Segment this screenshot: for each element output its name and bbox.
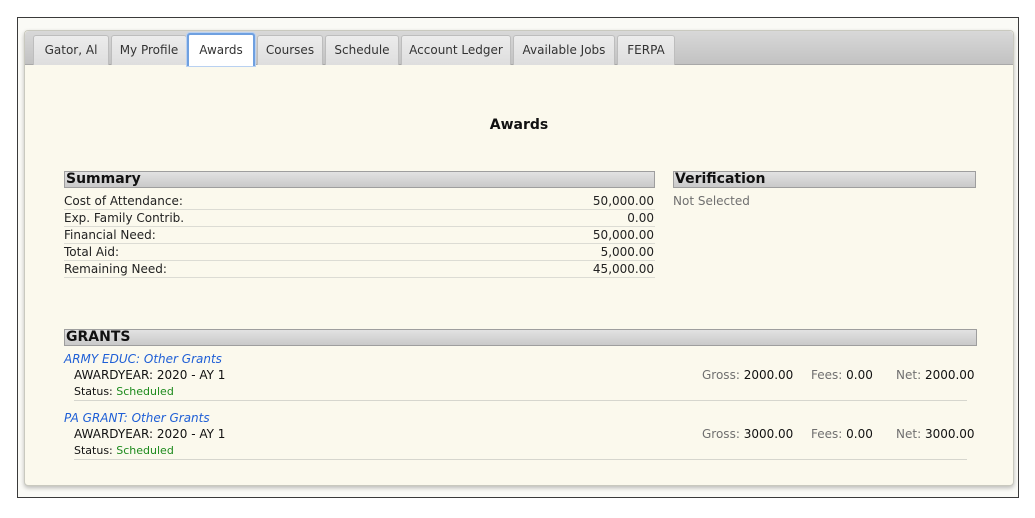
grant-fees: Fees: 0.00 bbox=[811, 368, 873, 382]
grant-gross-value: 3000.00 bbox=[743, 427, 794, 441]
summary-row-label: Remaining Need: bbox=[64, 262, 167, 276]
grant-title-link[interactable]: PA GRANT: Other Grants bbox=[64, 411, 210, 425]
grant-status: Status: Scheduled bbox=[74, 444, 174, 457]
verification-status: Not Selected bbox=[673, 194, 750, 208]
summary-row-label: Financial Need: bbox=[64, 228, 156, 242]
grant-gross-value: 2000.00 bbox=[743, 368, 794, 382]
summary-row-value: 50,000.00 bbox=[592, 228, 654, 242]
tab-ferpa[interactable]: FERPA bbox=[617, 35, 675, 65]
grant-net-value: 3000.00 bbox=[924, 427, 975, 441]
summary-row-value: 0.00 bbox=[627, 211, 654, 225]
tab-available-jobs[interactable]: Available Jobs bbox=[513, 35, 615, 65]
tab-my-profile[interactable]: My Profile bbox=[111, 35, 187, 65]
grant-status: Status: Scheduled bbox=[74, 385, 174, 398]
grant-gross-label: Gross: bbox=[702, 427, 740, 441]
summary-row-value: 50,000.00 bbox=[592, 194, 654, 208]
grant-gross: Gross: 2000.00 bbox=[702, 368, 793, 382]
tab-courses[interactable]: Courses bbox=[257, 35, 323, 65]
grant-status-value: Scheduled bbox=[116, 385, 174, 398]
grant-awardyear: AWARDYEAR: 2020 - AY 1 bbox=[74, 368, 226, 382]
grant-divider bbox=[74, 459, 967, 460]
grant-gross: Gross: 3000.00 bbox=[702, 427, 793, 441]
grant-net-label: Net: bbox=[896, 368, 922, 382]
grant-fees: Fees: 0.00 bbox=[811, 427, 873, 441]
summary-row-value: 45,000.00 bbox=[592, 262, 654, 276]
summary-row-label: Total Aid: bbox=[64, 245, 120, 259]
grant-divider bbox=[74, 400, 967, 401]
window-frame: Gator, Al My Profile Awards Courses Sche… bbox=[17, 17, 1019, 498]
grant-net: Net: 2000.00 bbox=[896, 368, 975, 382]
grant-status-label: Status: bbox=[74, 385, 113, 398]
summary-row: Total Aid: 5,000.00 bbox=[64, 244, 655, 261]
tab-bar: Gator, Al My Profile Awards Courses Sche… bbox=[25, 31, 1013, 66]
tab-awards[interactable]: Awards bbox=[187, 33, 255, 66]
grants-header: GRANTS bbox=[64, 329, 977, 346]
grant-fees-value: 0.00 bbox=[846, 427, 873, 441]
summary-row: Exp. Family Contrib. 0.00 bbox=[64, 210, 655, 227]
grant-fees-value: 0.00 bbox=[846, 368, 873, 382]
grant-gross-label: Gross: bbox=[702, 368, 740, 382]
summary-row: Remaining Need: 45,000.00 bbox=[64, 261, 655, 278]
verification-header: Verification bbox=[673, 171, 976, 188]
summary-header: Summary bbox=[64, 171, 655, 188]
tab-student-name[interactable]: Gator, Al bbox=[33, 35, 109, 65]
grant-fees-label: Fees: bbox=[811, 427, 843, 441]
awards-panel: Gator, Al My Profile Awards Courses Sche… bbox=[24, 30, 1014, 486]
page-title: Awards bbox=[489, 117, 549, 133]
grant-status-value: Scheduled bbox=[116, 444, 174, 457]
grant-status-label: Status: bbox=[74, 444, 113, 457]
grant-awardyear: AWARDYEAR: 2020 - AY 1 bbox=[74, 427, 226, 441]
summary-row-value: 5,000.00 bbox=[600, 245, 654, 259]
grant-title-link[interactable]: ARMY EDUC: Other Grants bbox=[64, 352, 222, 366]
tab-schedule[interactable]: Schedule bbox=[325, 35, 399, 65]
grant-net-label: Net: bbox=[896, 427, 922, 441]
grant-net: Net: 3000.00 bbox=[896, 427, 975, 441]
summary-row-label: Exp. Family Contrib. bbox=[64, 211, 185, 225]
grant-fees-label: Fees: bbox=[811, 368, 843, 382]
summary-row: Cost of Attendance: 50,000.00 bbox=[64, 193, 655, 210]
grant-net-value: 2000.00 bbox=[924, 368, 975, 382]
tab-account-ledger[interactable]: Account Ledger bbox=[401, 35, 511, 65]
summary-row-label: Cost of Attendance: bbox=[64, 194, 183, 208]
summary-row: Financial Need: 50,000.00 bbox=[64, 227, 655, 244]
